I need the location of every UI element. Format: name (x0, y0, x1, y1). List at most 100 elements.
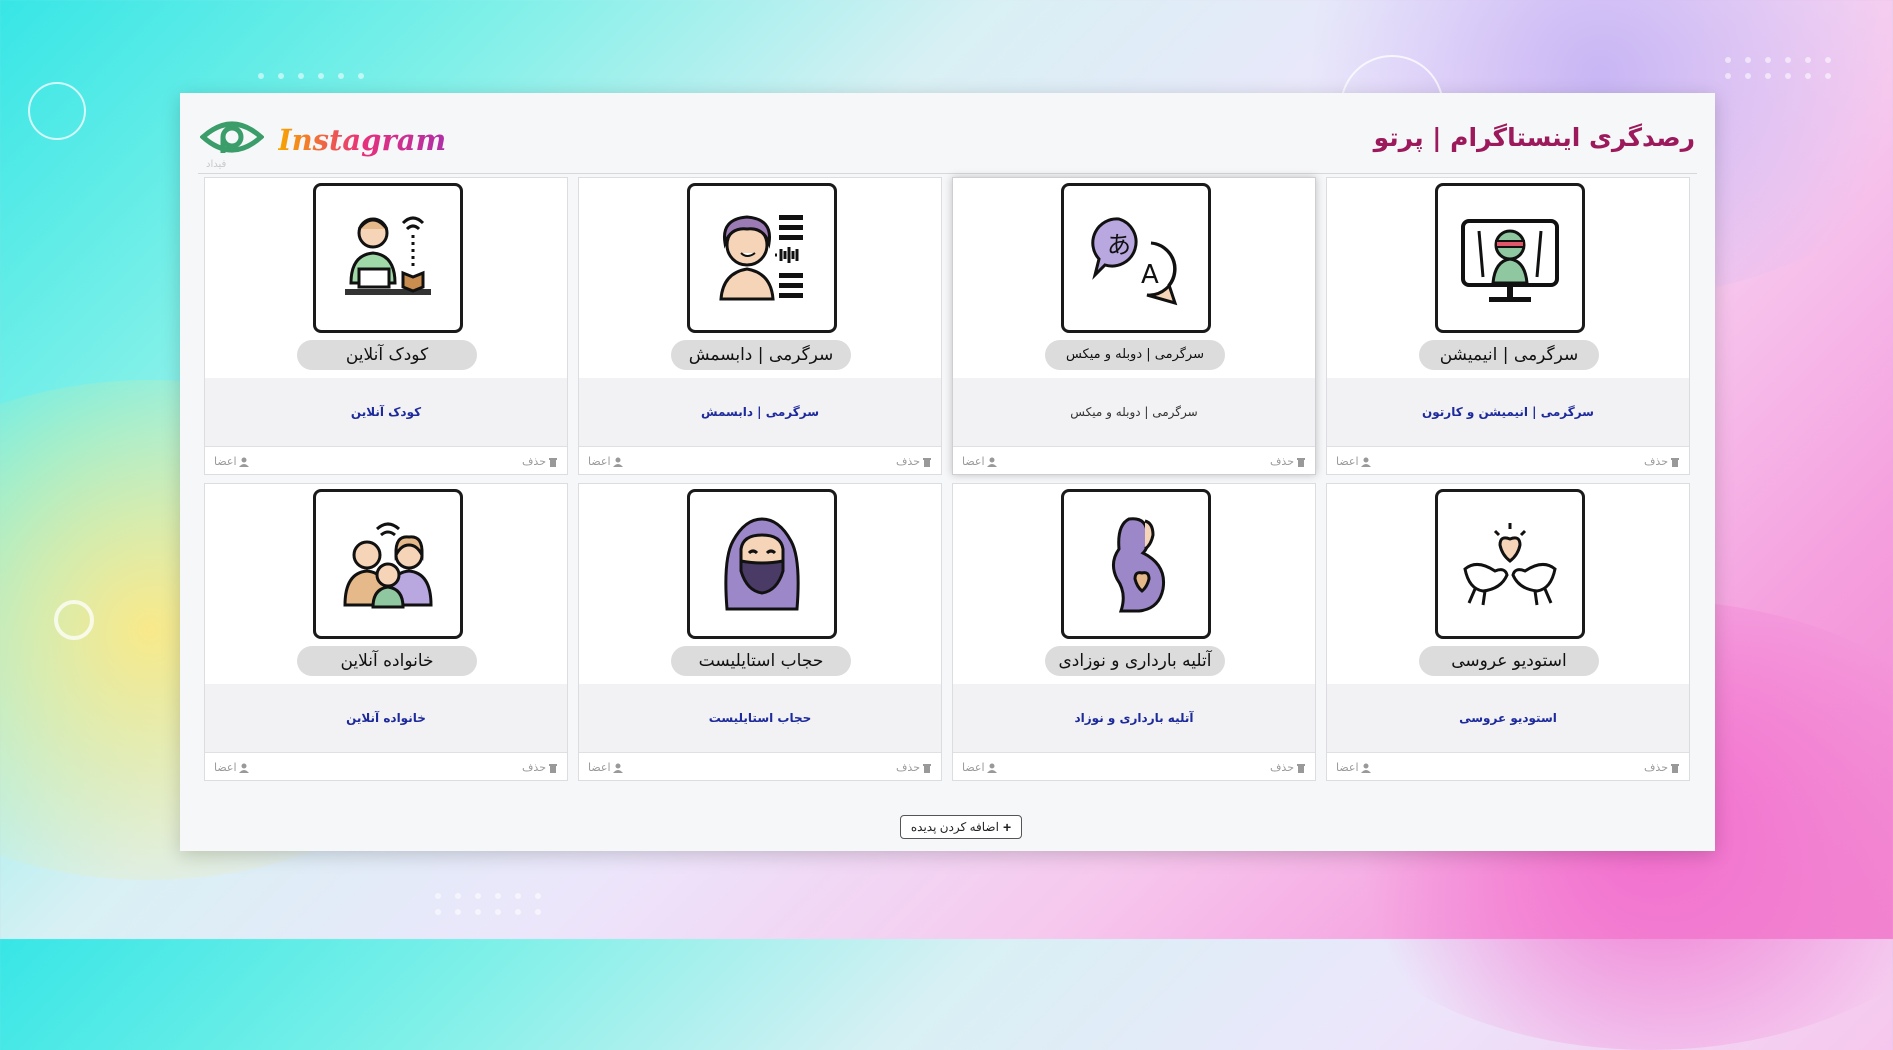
members-label: اعضا (588, 761, 611, 774)
delete-label: حذف (896, 455, 920, 468)
user-icon (238, 763, 249, 773)
card-title-pill: استودیو عروسی (1419, 646, 1599, 676)
delete-button[interactable]: حذف (1270, 761, 1306, 774)
trash-icon (923, 457, 931, 467)
members-label: اعضا (1336, 761, 1359, 774)
family-online-icon (343, 522, 433, 609)
pregnancy-icon (1112, 517, 1166, 613)
card-footer: اعضا حذف (1327, 752, 1689, 781)
user-icon (986, 763, 997, 773)
brand-name: Instagram (278, 123, 447, 157)
members-label: اعضا (214, 455, 237, 468)
card-footer: اعضا حذف (953, 446, 1315, 475)
delete-label: حذف (1644, 761, 1668, 774)
card-title-pill: سرگرمی | انیمیشن (1419, 340, 1599, 370)
delete-button[interactable]: حذف (1644, 455, 1680, 468)
card-title-pill: خانواده آنلاین (297, 646, 477, 676)
thumbnail (1061, 489, 1211, 639)
delete-button[interactable]: حذف (1644, 761, 1680, 774)
add-entity-button[interactable]: + اضافه کردن پدیده (900, 815, 1022, 839)
card-description[interactable]: سرگرمی | دوبله و میکس (953, 378, 1315, 446)
trash-icon (1297, 457, 1305, 467)
card-description[interactable]: کودک آنلاین (205, 378, 567, 446)
eye-logo-icon (200, 121, 264, 153)
thumbnail (313, 489, 463, 639)
delete-button[interactable]: حذف (522, 455, 558, 468)
trash-icon (1671, 457, 1679, 467)
delete-label: حذف (1644, 455, 1668, 468)
card-title-pill: کودک آنلاین (297, 340, 477, 370)
card-description[interactable]: حجاب استایلیست (579, 684, 941, 752)
user-icon (238, 457, 249, 467)
trash-icon (549, 457, 557, 467)
card-title-pill: آتلیه بارداری و نوزادی (1045, 646, 1225, 676)
delete-label: حذف (1270, 455, 1294, 468)
delete-button[interactable]: حذف (1270, 455, 1306, 468)
card-animation[interactable]: سرگرمی | انیمیشن سرگرمی | انیمیشن و کارت… (1326, 177, 1690, 475)
card-description[interactable]: سرگرمی | انیمیشن و کارتون (1327, 378, 1689, 446)
delete-button[interactable]: حذف (522, 761, 558, 774)
members-label: اعضا (214, 761, 237, 774)
trash-icon (923, 763, 931, 773)
delete-label: حذف (1270, 761, 1294, 774)
card-footer: اعضا حذف (579, 752, 941, 781)
card-footer: اعضا حذف (205, 752, 567, 781)
svg-text:A: A (1141, 260, 1159, 290)
card-footer: اعضا حذف (205, 446, 567, 475)
members-button[interactable]: اعضا (1336, 455, 1371, 468)
card-title-pill: سرگرمی | دوبله و میکس (1045, 340, 1225, 370)
page-title: رصدگری اینستاگرام | پرتو (1373, 123, 1695, 152)
card-description[interactable]: آتلیه بارداری و نوزاد (953, 684, 1315, 752)
thumbnail (687, 489, 837, 639)
members-button[interactable]: اعضا (214, 455, 249, 468)
card-description[interactable]: استودیو عروسی (1327, 684, 1689, 752)
members-label: اعضا (962, 761, 985, 774)
user-icon (986, 457, 997, 467)
members-button[interactable]: اعضا (962, 761, 997, 774)
card-family-online[interactable]: خانواده آنلاین خانواده آنلاین اعضا حذف (204, 483, 568, 781)
card-description[interactable]: خانواده آنلاین (205, 684, 567, 752)
card-footer: اعضا حذف (1327, 446, 1689, 475)
plus-icon: + (1002, 819, 1012, 835)
trash-icon (1671, 763, 1679, 773)
svg-text:あ: あ (1107, 231, 1131, 259)
wedding-doves-icon (1463, 523, 1557, 606)
child-online-icon (345, 216, 431, 295)
logo: Instagram فیداد (200, 117, 446, 173)
thumbnail (1435, 489, 1585, 639)
user-icon (612, 457, 623, 467)
card-child-online[interactable]: کودک آنلاین کودک آنلاین اعضا حذف (204, 177, 568, 475)
card-wedding-studio[interactable]: استودیو عروسی استودیو عروسی اعضا حذف (1326, 483, 1690, 781)
header: Instagram فیداد رصدگری اینستاگرام | پرتو (180, 93, 1715, 173)
delete-button[interactable]: حذف (896, 455, 932, 468)
card-grid: کودک آنلاین کودک آنلاین اعضا حذف سرگرمی … (204, 177, 1692, 781)
card-pregnancy-studio[interactable]: آتلیه بارداری و نوزادی آتلیه بارداری و ن… (952, 483, 1316, 781)
trash-icon (549, 763, 557, 773)
card-dubsmash[interactable]: سرگرمی | دابسمش سرگرمی | دابسمش اعضا حذف (578, 177, 942, 475)
members-button[interactable]: اعضا (588, 455, 623, 468)
members-button[interactable]: اعضا (1336, 761, 1371, 774)
singer-icon (719, 215, 803, 301)
members-label: اعضا (588, 455, 611, 468)
members-button[interactable]: اعضا (214, 761, 249, 774)
members-label: اعضا (1336, 455, 1359, 468)
members-button[interactable]: اعضا (588, 761, 623, 774)
thumbnail (1435, 183, 1585, 333)
thumbnail (313, 183, 463, 333)
delete-label: حذف (522, 455, 546, 468)
translate-icon: あ A (1091, 217, 1178, 306)
delete-button[interactable]: حذف (896, 761, 932, 774)
members-button[interactable]: اعضا (962, 455, 997, 468)
user-icon (1360, 457, 1371, 467)
hijab-woman-icon (724, 517, 800, 611)
card-hijab-stylist[interactable]: حجاب استایلیست حجاب استایلیست اعضا حذف (578, 483, 942, 781)
card-dubbing-mix[interactable]: あ A سرگرمی | دوبله و میکس سرگرمی | دوبله… (952, 177, 1316, 475)
card-footer: اعضا حذف (953, 752, 1315, 781)
card-description[interactable]: سرگرمی | دابسمش (579, 378, 941, 446)
thumbnail: あ A (1061, 183, 1211, 333)
add-entity-label: اضافه کردن پدیده (910, 820, 999, 834)
thumbnail (687, 183, 837, 333)
card-footer: اعضا حذف (579, 446, 941, 475)
user-icon (1360, 763, 1371, 773)
user-icon (612, 763, 623, 773)
